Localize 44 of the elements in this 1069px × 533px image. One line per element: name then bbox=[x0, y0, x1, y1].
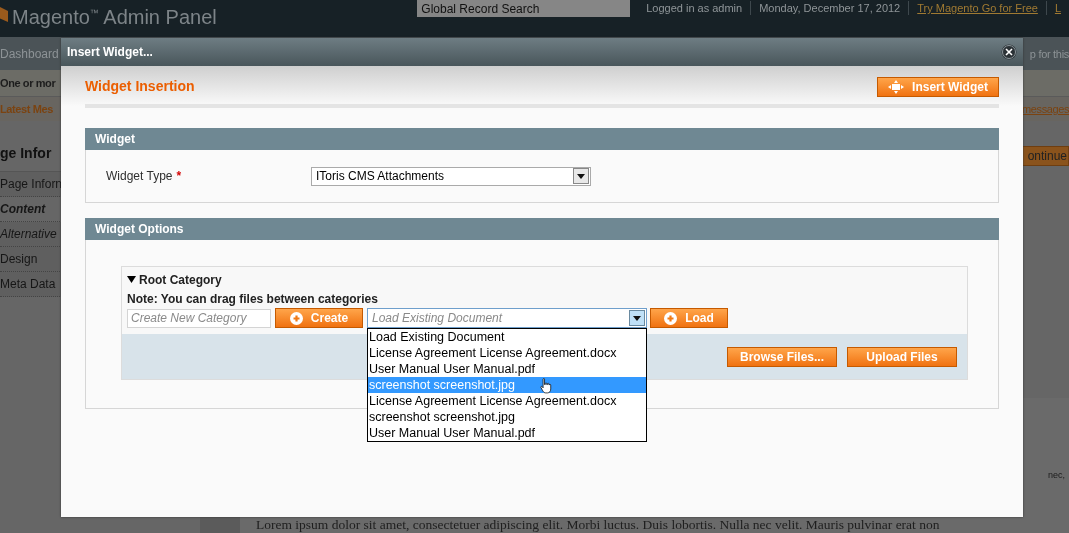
message-text: Latest Mes bbox=[0, 103, 53, 115]
load-button[interactable]: Load bbox=[650, 308, 728, 328]
dialog-heading: Widget Insertion bbox=[85, 78, 195, 94]
sidebar-title: ge Infor bbox=[0, 145, 53, 161]
plus-icon bbox=[289, 311, 303, 325]
select-field[interactable]: Load Existing Document bbox=[367, 308, 647, 328]
caret-icon bbox=[573, 168, 589, 184]
dropdown-option[interactable]: License Agreement License Agreement.docx bbox=[368, 345, 646, 361]
logo-text: Magento$^{™}$ Admin Panel bbox=[12, 4, 217, 28]
select-field[interactable]: IToris CMS Attachments bbox=[311, 166, 591, 186]
dropdown-option[interactable]: screenshot screenshot.jpg bbox=[368, 377, 646, 393]
note-text: Note: You can drag files between categories bbox=[127, 292, 379, 306]
header-link[interactable]: Try Magento Go for Free bbox=[908, 1, 1046, 15]
create-button[interactable]: Create bbox=[275, 308, 363, 328]
search-field[interactable]: Global Record Search bbox=[417, 0, 631, 17]
header-text: Monday, December 17, 2012 bbox=[750, 1, 909, 15]
message-text: One or mor bbox=[0, 77, 56, 89]
section-header: Widget bbox=[85, 128, 999, 150]
upload-files-button[interactable]: Upload Files bbox=[847, 346, 957, 367]
plus-icon bbox=[664, 311, 678, 325]
section-header: Widget Options bbox=[85, 218, 999, 240]
help-link[interactable]: p for this bbox=[1029, 47, 1069, 60]
required-mark: * bbox=[176, 169, 182, 183]
dropdown-option[interactable]: Load Existing Document bbox=[368, 329, 646, 345]
dropdown-option[interactable]: User Manual User Manual.pdf bbox=[368, 425, 646, 441]
editor-text: nec, bbox=[1048, 470, 1065, 480]
field-label: Widget Type bbox=[106, 169, 173, 183]
caret-icon bbox=[629, 310, 645, 326]
widget-icon bbox=[888, 80, 905, 94]
category-name[interactable]: Root Category bbox=[139, 273, 222, 287]
dropdown-option[interactable]: screenshot screenshot.jpg bbox=[368, 409, 646, 425]
input-field[interactable]: Create New Category bbox=[127, 308, 271, 328]
dialog-title: Insert Widget... bbox=[67, 45, 153, 59]
insert-widget-button[interactable]: Insert Widget bbox=[877, 77, 999, 97]
editor-text: Lorem ipsum dolor sit amet, consectetuer adipiscing elit. Morbi luctus. Duis lobortis. Nulla nec velit. Mauris pulvinar erat non bbox=[255, 517, 941, 533]
browse-files-button[interactable]: Browse Files... bbox=[727, 346, 837, 367]
close-icon[interactable] bbox=[1001, 44, 1017, 60]
dropdown-option[interactable]: License Agreement License Agreement.docx bbox=[368, 393, 646, 409]
dropdown-option[interactable]: User Manual User Manual.pdf bbox=[368, 361, 646, 377]
hand-cursor-icon bbox=[540, 378, 552, 394]
header-text: Logged in as admin bbox=[646, 1, 744, 15]
nav-item[interactable]: Dashboard bbox=[0, 42, 59, 61]
continue-button[interactable]: ontinue bbox=[1020, 146, 1069, 166]
header-link[interactable]: L bbox=[1045, 1, 1069, 15]
